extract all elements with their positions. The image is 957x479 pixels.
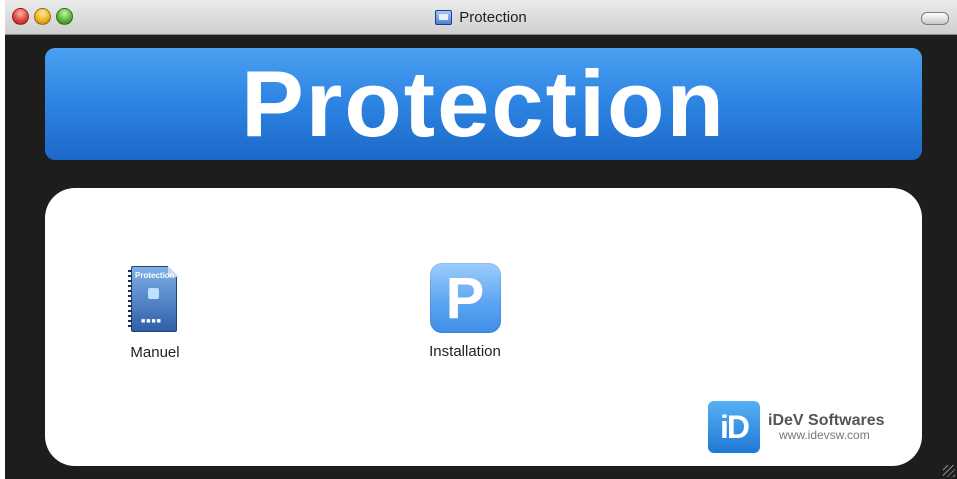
content-panel: Protection ■■■■ Manuel P Installation iD… bbox=[45, 188, 922, 466]
installation-app-item[interactable]: P Installation bbox=[405, 263, 525, 360]
window-title-group: Protection bbox=[5, 0, 957, 34]
window-title: Protection bbox=[459, 8, 527, 26]
disk-image-icon bbox=[435, 9, 453, 25]
installation-app-label: Installation bbox=[429, 343, 501, 360]
header-banner: Protection bbox=[45, 48, 922, 160]
developer-url: www.idevsw.com bbox=[779, 428, 870, 442]
window-content: Protection Protection ■■■■ Manuel P Inst… bbox=[5, 35, 957, 479]
document-preview-title: Protection bbox=[135, 271, 175, 280]
document-icon[interactable]: Protection ■■■■ bbox=[128, 266, 179, 334]
toolbar-toggle-button[interactable] bbox=[921, 12, 949, 25]
finder-window: Protection Protection Protection ■■■■ Ma… bbox=[5, 0, 957, 479]
manuel-file-item[interactable]: Protection ■■■■ Manuel bbox=[105, 266, 205, 361]
idev-logo-icon: iD bbox=[708, 401, 760, 453]
developer-name: iDeV Softwares bbox=[768, 412, 885, 429]
resize-grip[interactable] bbox=[943, 465, 955, 477]
developer-branding-text: iDeV Softwares www.idevsw.com bbox=[768, 412, 884, 442]
installer-app-icon[interactable]: P bbox=[429, 263, 501, 333]
banner-title: Protection bbox=[241, 51, 726, 156]
manuel-file-label: Manuel bbox=[130, 344, 180, 361]
title-bar[interactable]: Protection bbox=[5, 0, 957, 35]
developer-branding: iD iDeV Softwares www.idevsw.com bbox=[708, 401, 884, 453]
